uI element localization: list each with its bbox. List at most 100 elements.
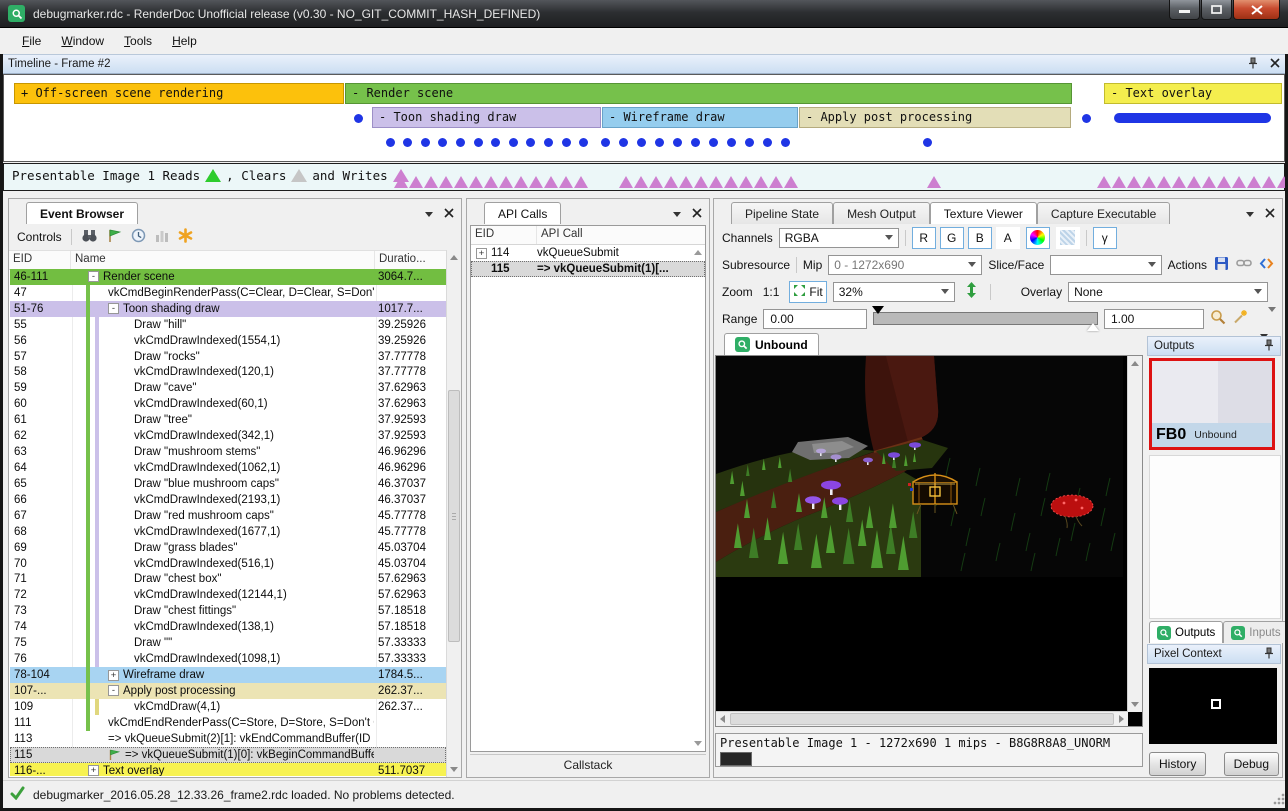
channel-a-button[interactable]: A	[996, 227, 1020, 249]
usage-triangle[interactable]	[634, 176, 648, 188]
range-black-point-handle[interactable]	[872, 306, 884, 314]
column-name[interactable]: Name	[71, 251, 375, 269]
tab-texture-viewer[interactable]: Texture Viewer	[930, 202, 1037, 224]
tab-outputs[interactable]: Outputs	[1149, 621, 1223, 643]
event-row[interactable]: 68vkCmdDrawIndexed(1677,1)45.77778	[10, 524, 446, 540]
usage-triangle[interactable]	[394, 176, 408, 188]
debug-button[interactable]: Debug	[1224, 752, 1279, 776]
texture-image[interactable]	[716, 356, 1123, 577]
slice-face-select[interactable]	[1050, 255, 1161, 275]
usage-triangle[interactable]	[1262, 176, 1276, 188]
usage-triangle[interactable]	[514, 176, 528, 188]
usage-triangle[interactable]	[1217, 176, 1231, 188]
panel-menu-icon[interactable]	[673, 212, 681, 217]
colorwheel-toggle[interactable]	[1026, 227, 1050, 249]
minimize-button[interactable]	[1169, 0, 1200, 20]
tree-expander[interactable]: +	[108, 670, 119, 681]
event-row[interactable]: 72vkCmdDrawIndexed(12144,1)57.62963	[10, 587, 446, 603]
usage-triangle[interactable]	[649, 176, 663, 188]
usage-triangle[interactable]	[559, 176, 573, 188]
event-row[interactable]: 51-76-Toon shading draw1017.7...	[10, 301, 446, 317]
find-event-icon[interactable]	[81, 229, 98, 245]
event-row[interactable]: 63Draw "mushroom stems"46.96296	[10, 444, 446, 460]
resize-grip[interactable]	[1273, 793, 1285, 805]
usage-triangle[interactable]	[694, 176, 708, 188]
pin-icon[interactable]	[1248, 57, 1258, 72]
event-row[interactable]: 56vkCmdDrawIndexed(1554,1)39.25926	[10, 333, 446, 349]
usage-triangle[interactable]	[754, 176, 768, 188]
api-call-row[interactable]: +114vkQueueSubmit	[471, 245, 705, 261]
open-custom-shader-icon[interactable]	[1259, 257, 1274, 273]
usage-triangle[interactable]	[439, 176, 453, 188]
event-row[interactable]: 58vkCmdDrawIndexed(120,1)37.77778	[10, 365, 446, 381]
event-row[interactable]: 65Draw "blue mushroom caps"46.37037	[10, 476, 446, 492]
usage-triangle[interactable]	[784, 176, 798, 188]
usage-triangle[interactable]	[1097, 176, 1111, 188]
event-row[interactable]: 111vkCmdEndRenderPass(C=Store, D=Store, …	[10, 715, 446, 731]
usage-triangle[interactable]	[454, 176, 468, 188]
usage-triangle[interactable]	[709, 176, 723, 188]
usage-triangle[interactable]	[409, 176, 423, 188]
column-eid[interactable]: EID	[471, 226, 537, 244]
checkerboard-toggle[interactable]	[1056, 227, 1080, 249]
panel-menu-icon[interactable]	[425, 212, 433, 217]
event-row[interactable]: 107-...-Apply post processing262.37...	[10, 683, 446, 699]
event-browser-scrollbar[interactable]	[446, 250, 461, 777]
viewport-hscrollbar[interactable]	[716, 711, 1128, 726]
time-durations-icon[interactable]	[131, 228, 146, 246]
channel-g-button[interactable]: G	[940, 227, 964, 249]
usage-triangle[interactable]	[679, 176, 693, 188]
stats-icon[interactable]	[155, 229, 169, 245]
close-panel-icon[interactable]	[444, 205, 454, 223]
usage-triangle[interactable]	[1142, 176, 1156, 188]
panel-menu-icon[interactable]	[1246, 212, 1254, 217]
save-texture-icon[interactable]	[1214, 256, 1229, 274]
event-row[interactable]: 61Draw "tree"37.92593	[10, 412, 446, 428]
usage-triangle[interactable]	[1112, 176, 1126, 188]
mip-select[interactable]: 0 - 1272x690	[828, 255, 982, 275]
usage-triangle[interactable]	[1232, 176, 1246, 188]
zoom-select[interactable]: 32%	[833, 282, 955, 302]
event-row[interactable]: 78-104+Wireframe draw1784.5...	[10, 667, 446, 683]
gamma-toggle[interactable]: γ	[1093, 227, 1117, 249]
link-icon[interactable]	[1236, 257, 1252, 272]
tree-expander[interactable]: +	[476, 248, 487, 259]
close-button[interactable]	[1233, 0, 1280, 20]
close-panel-icon[interactable]	[692, 205, 702, 223]
channel-b-button[interactable]: B	[968, 227, 992, 249]
usage-triangle[interactable]	[769, 176, 783, 188]
tree-expander[interactable]: -	[108, 685, 119, 696]
tree-expander[interactable]: -	[108, 303, 119, 314]
range-options-button[interactable]	[1268, 312, 1276, 326]
event-row[interactable]: 55Draw "hill"39.25926	[10, 317, 446, 333]
scroll-down-icon[interactable]	[694, 741, 702, 746]
menu-item-tools[interactable]: Tools	[114, 30, 162, 52]
event-row[interactable]: 109vkCmdDraw(4,1)262.37...	[10, 699, 446, 715]
usage-triangle[interactable]	[544, 176, 558, 188]
event-row[interactable]: 46-111-Render scene3064.7...	[10, 269, 446, 285]
event-row[interactable]: 71Draw "chest box"57.62963	[10, 572, 446, 588]
pin-icon[interactable]	[1264, 647, 1274, 662]
event-row[interactable]: 47vkCmdBeginRenderPass(C=Clear, D=Clear,…	[10, 285, 446, 301]
event-row[interactable]: 116-...+Text overlay511.7037	[10, 763, 446, 776]
timeline-marker-block[interactable]: - Wireframe draw	[602, 107, 798, 128]
column-api-call[interactable]: API Call	[537, 226, 705, 244]
history-button[interactable]: History	[1149, 752, 1206, 776]
close-panel-icon[interactable]	[1270, 58, 1280, 71]
event-row[interactable]: 70vkCmdDrawIndexed(516,1)45.03704	[10, 556, 446, 572]
usage-triangle[interactable]	[424, 176, 438, 188]
usage-triangle[interactable]	[1127, 176, 1141, 188]
pin-icon[interactable]	[1264, 339, 1274, 354]
usage-triangle[interactable]	[619, 176, 633, 188]
event-row[interactable]: 75Draw ""57.33333	[10, 635, 446, 651]
timeline-marker-block[interactable]: + Off-screen scene rendering	[14, 83, 344, 104]
usage-triangle[interactable]	[724, 176, 738, 188]
tab-capture-executable[interactable]: Capture Executable	[1037, 202, 1170, 224]
bookmark-icon[interactable]	[178, 228, 193, 246]
range-max-input[interactable]: 1.00	[1104, 309, 1204, 329]
event-row[interactable]: 73Draw "chest fittings"57.18518	[10, 603, 446, 619]
event-row[interactable]: 64vkCmdDrawIndexed(1062,1)46.96296	[10, 460, 446, 476]
texture-viewport[interactable]	[715, 355, 1143, 727]
event-row[interactable]: 59Draw "cave"37.62963	[10, 380, 446, 396]
fb0-thumbnail[interactable]: FB0 Unbound	[1149, 358, 1275, 450]
